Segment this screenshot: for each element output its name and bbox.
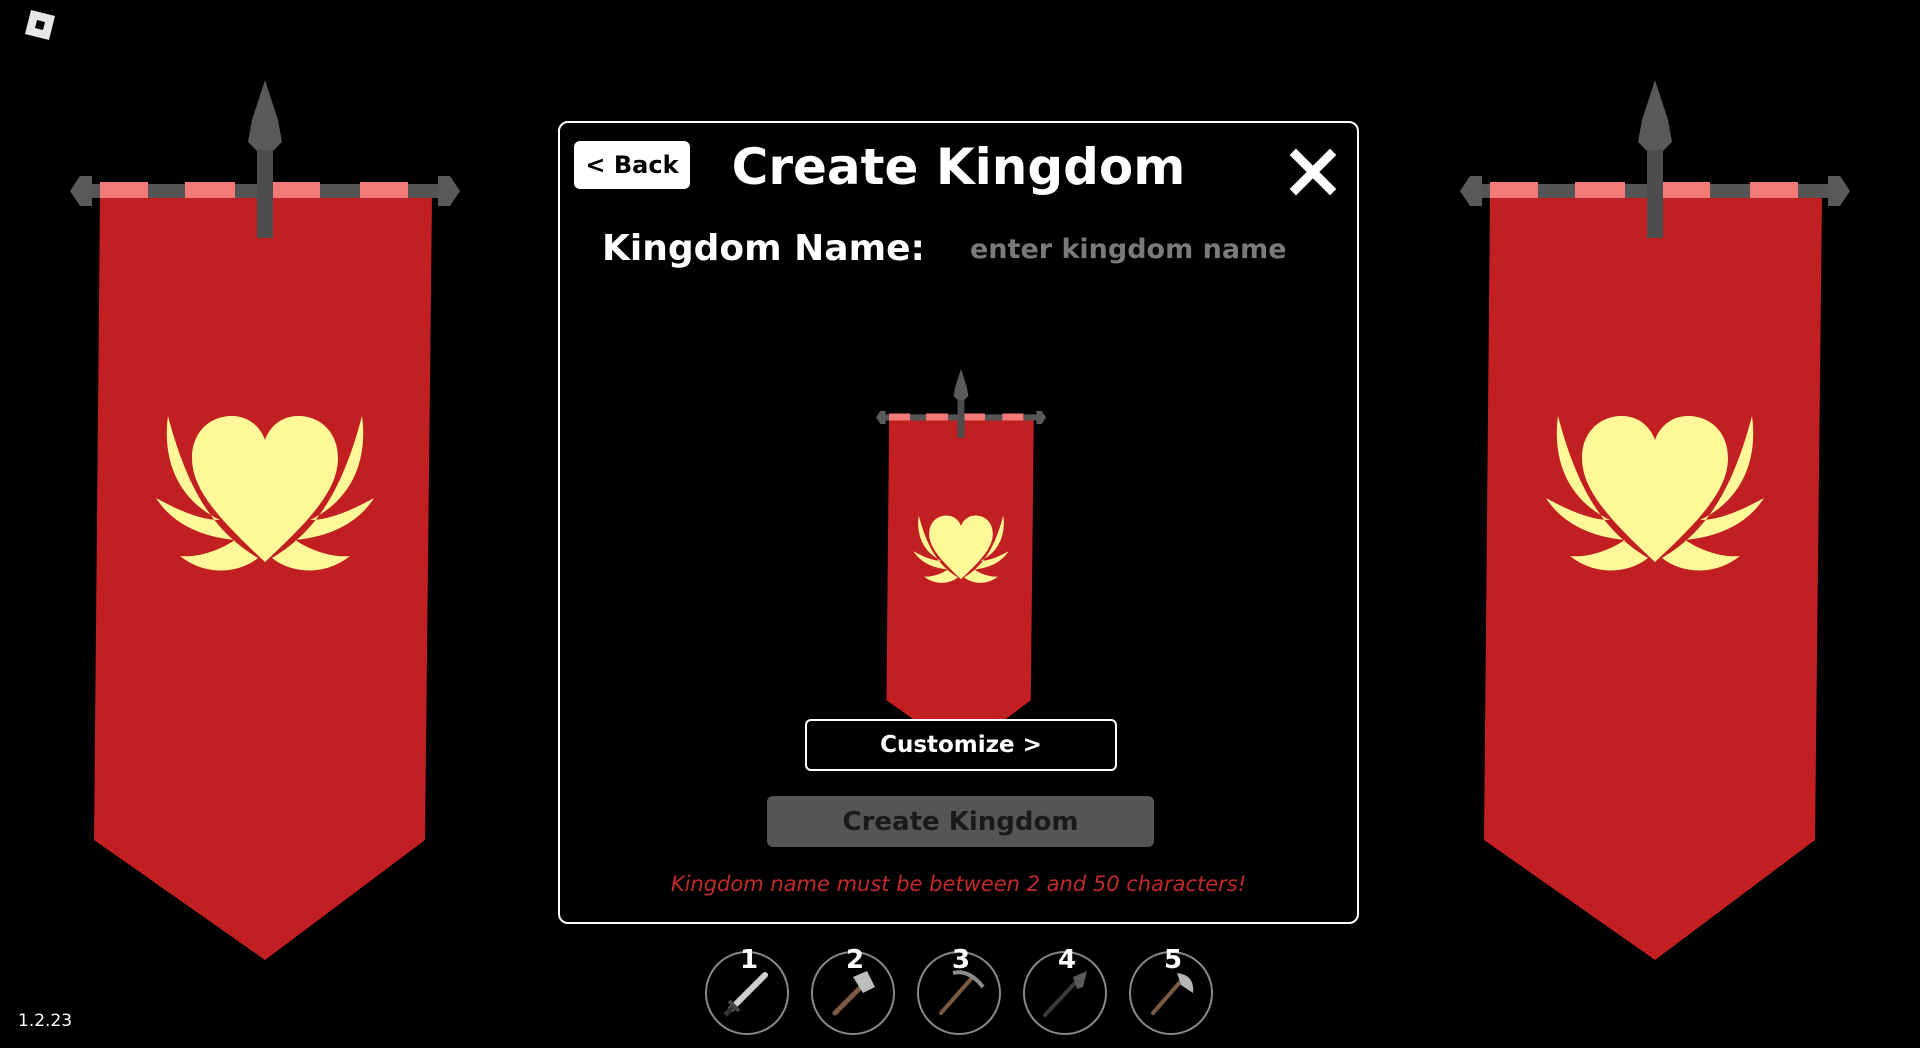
kingdom-name-input[interactable]: [970, 227, 1330, 271]
validation-error-text: Kingdom name must be between 2 and 50 ch…: [670, 872, 1247, 896]
hammer-icon: [832, 971, 875, 1016]
close-button[interactable]: [1288, 147, 1338, 197]
version-label: 1.2.23: [18, 1011, 73, 1031]
banner-left-decoration: [70, 80, 460, 970]
customize-button[interactable]: Customize >: [805, 719, 1117, 771]
banner-right-decoration: [1460, 80, 1850, 970]
roblox-menu-icon[interactable]: [22, 9, 56, 43]
create-kingdom-button[interactable]: Create Kingdom: [767, 796, 1154, 847]
sword-icon: [723, 972, 768, 1017]
hotbar-slot-2[interactable]: 2: [811, 945, 895, 1035]
hotbar-slot-5[interactable]: 5: [1129, 945, 1213, 1035]
hotbar-slot-4[interactable]: 4: [1023, 945, 1107, 1035]
hotbar-slot-3[interactable]: 3: [917, 945, 1001, 1035]
hotbar-slot-1[interactable]: 1: [705, 945, 789, 1035]
axe-icon: [1151, 973, 1194, 1015]
dialog-title: Create Kingdom: [731, 138, 1186, 196]
kingdom-name-label: Kingdom Name:: [602, 228, 925, 269]
tool-hotbar: 1 2 3 4 5: [700, 935, 1220, 1035]
create-kingdom-dialog: < Back Create Kingdom Kingdom Name: Cust…: [558, 121, 1359, 924]
shovel-icon: [1043, 971, 1087, 1017]
pickaxe-icon: [939, 970, 985, 1015]
close-icon: [1289, 148, 1337, 196]
